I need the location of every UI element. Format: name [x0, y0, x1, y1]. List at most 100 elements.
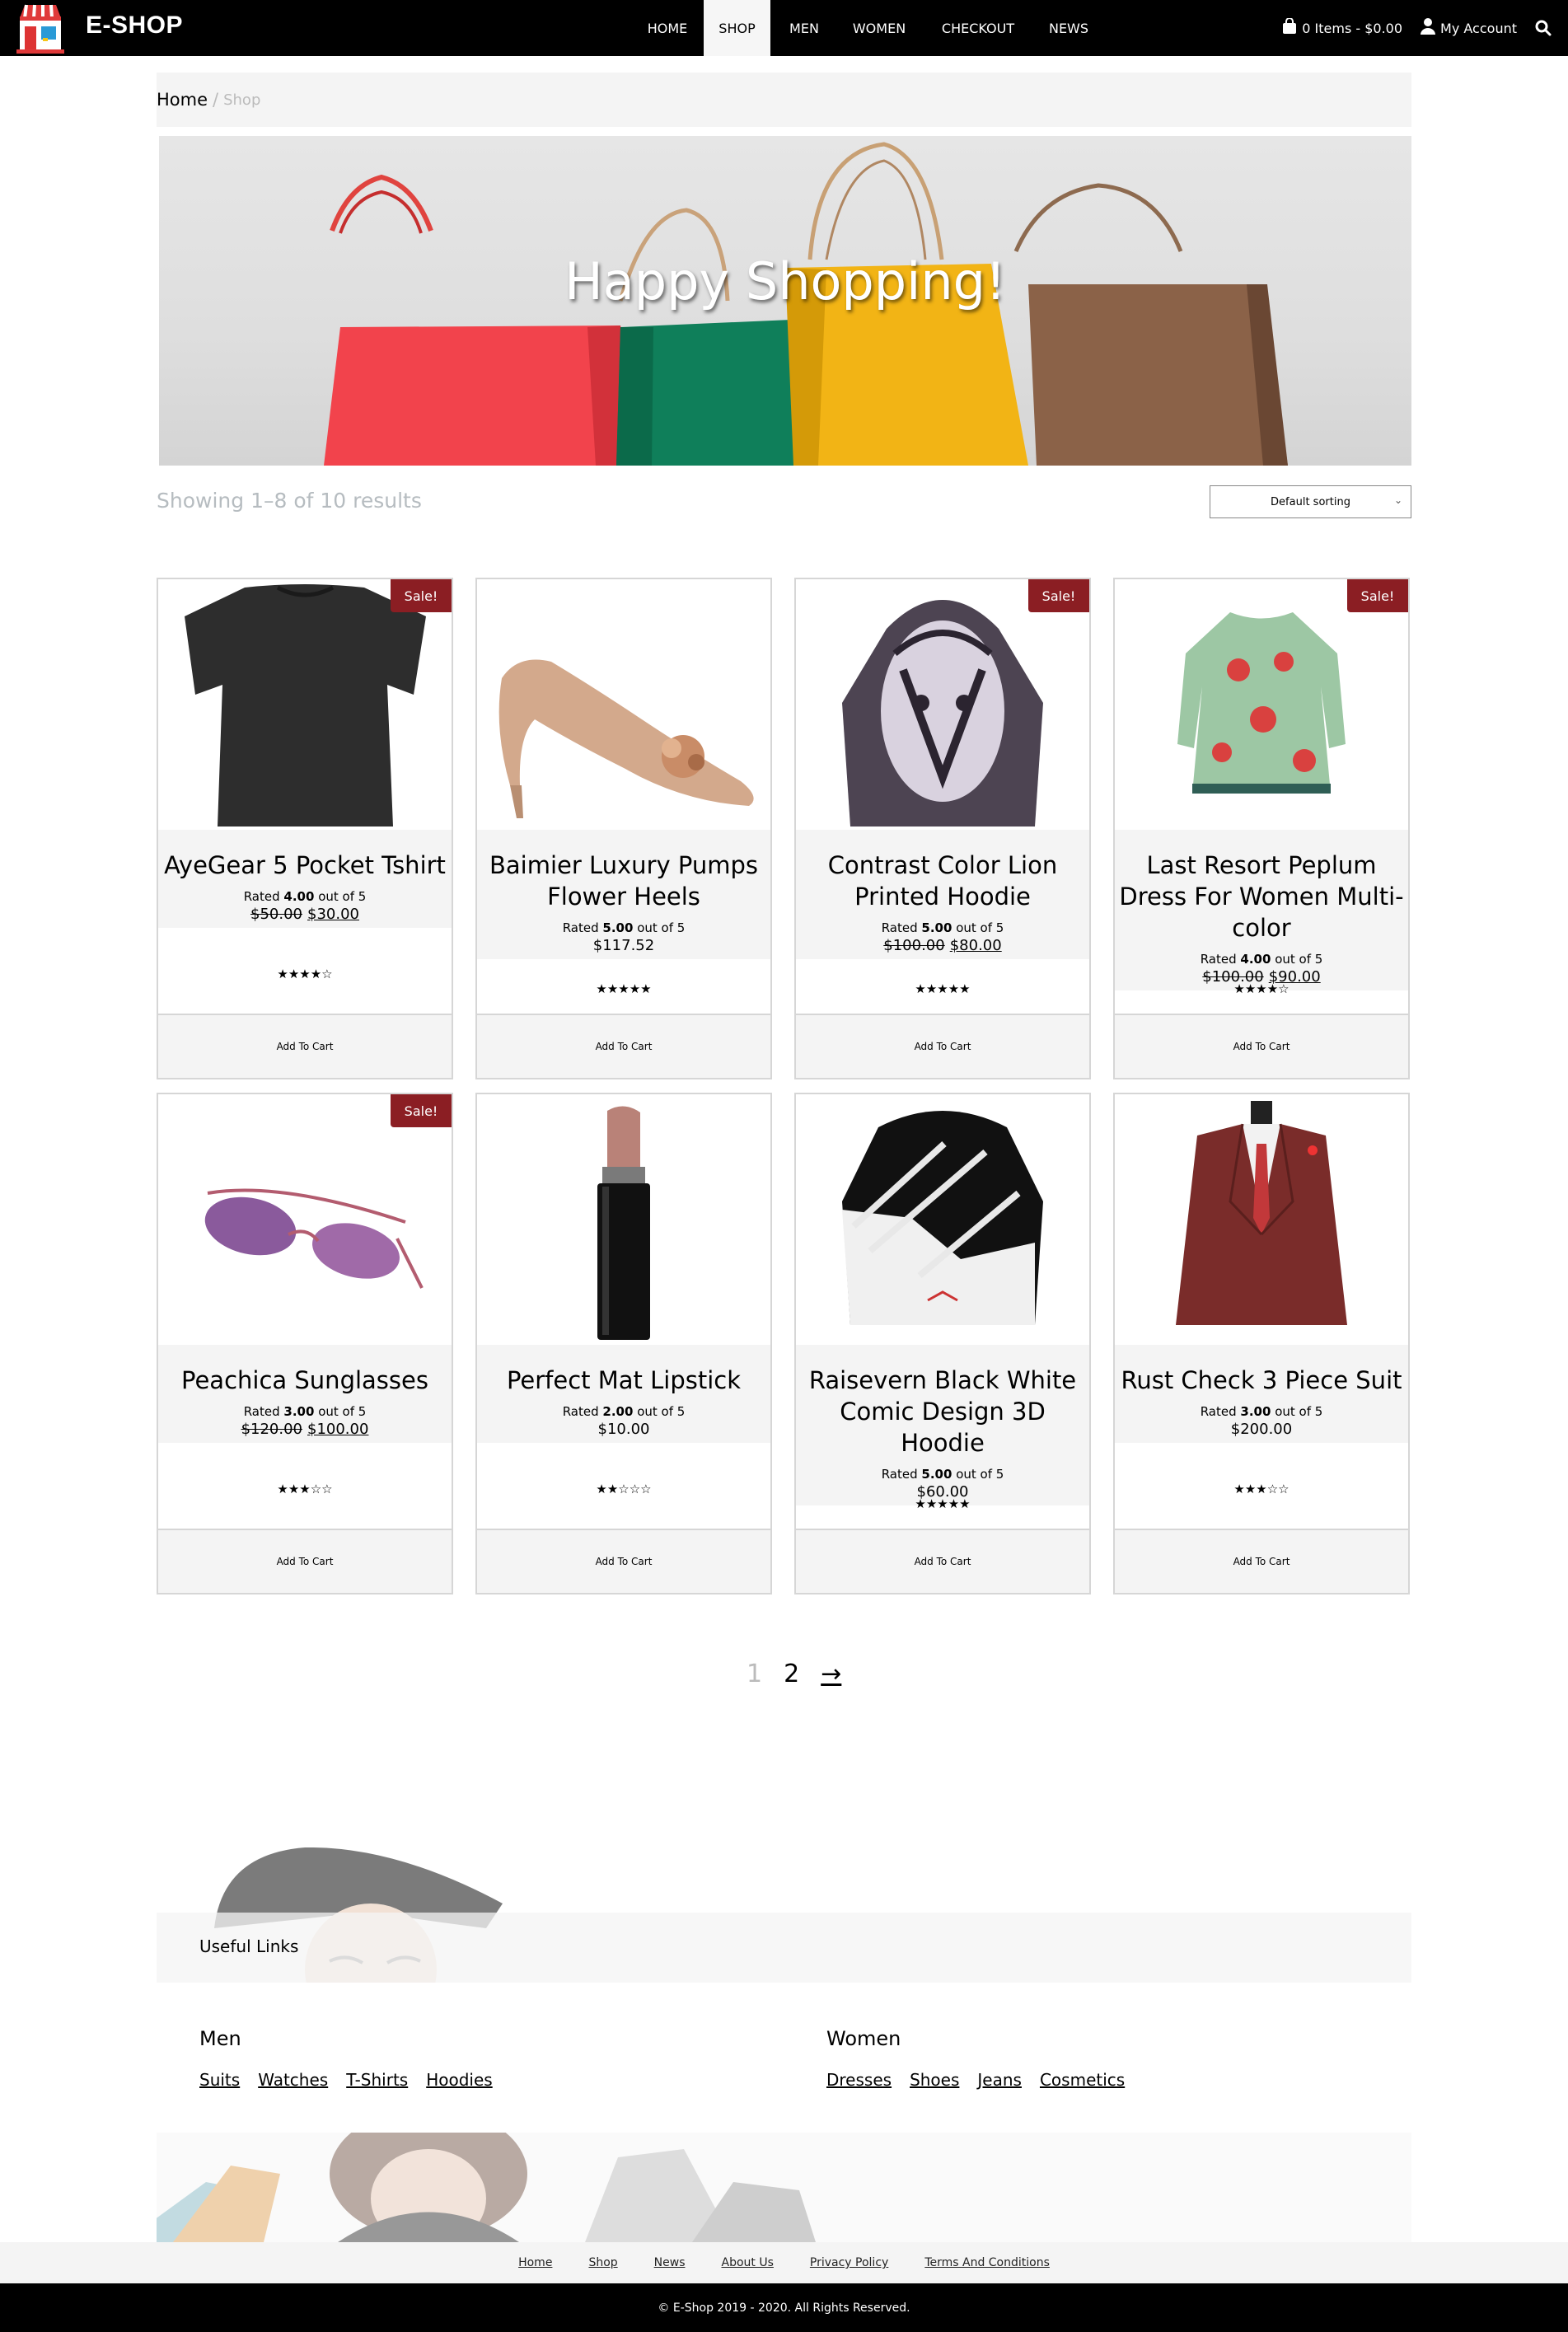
footer-bottom-news[interactable]: News	[654, 2256, 686, 2269]
star-filled-icon: ★	[640, 981, 652, 996]
add-to-cart-button[interactable]: Add To Cart	[477, 1529, 770, 1593]
useful-links-bar	[157, 1913, 1411, 1983]
product-name[interactable]: Peachica Sunglasses	[158, 1365, 452, 1396]
star-filled-icon: ★	[915, 981, 926, 996]
nav-men[interactable]: MEN	[770, 0, 838, 56]
add-to-cart-button[interactable]: Add To Cart	[796, 1529, 1089, 1593]
product-name[interactable]: Raisevern Black White Comic Design 3D Ho…	[796, 1365, 1089, 1459]
product-image-suit[interactable]	[1115, 1094, 1408, 1345]
product-name[interactable]: AyeGear 5 Pocket Tshirt	[158, 850, 452, 881]
nav-news[interactable]: NEWS	[1036, 0, 1102, 56]
star-filled-icon: ★	[925, 981, 938, 996]
page-link-2[interactable]: 2	[784, 1660, 799, 1688]
product-name[interactable]: Baimier Luxury Pumps Flower Heels	[477, 850, 770, 912]
product-name[interactable]: Rust Check 3 Piece Suit	[1115, 1365, 1408, 1396]
star-rating: ★★★★☆	[158, 967, 452, 981]
footer-link-suits[interactable]: Suits	[199, 2070, 240, 2090]
footer-bottom-about[interactable]: About Us	[722, 2256, 774, 2269]
product-rating: Rated 2.00 out of 5	[562, 1404, 686, 1419]
product-card[interactable]: Sale! Peachica Sunglasses Rated 3.00 out…	[157, 1093, 453, 1594]
footer-bottom-shop[interactable]: Shop	[588, 2256, 617, 2269]
product-card[interactable]: Sale! Last Resort Peplum Dress For Women…	[1113, 578, 1410, 1079]
star-filled-icon: ★	[618, 981, 630, 996]
star-filled-icon: ★	[937, 1496, 948, 1511]
page-current: 1	[747, 1660, 763, 1688]
product-name[interactable]: Contrast Color Lion Printed Hoodie	[796, 850, 1089, 912]
product-card[interactable]: Sale! Contrast Color Lion Printed Hoodie…	[794, 578, 1091, 1079]
sorting-select[interactable]: Default sorting ⌄	[1210, 485, 1411, 518]
star-filled-icon: ★	[596, 1482, 607, 1496]
star-empty-icon: ☆	[629, 1482, 641, 1496]
search-icon[interactable]	[1535, 20, 1552, 36]
add-to-cart-button[interactable]: Add To Cart	[477, 1014, 770, 1078]
nav-shop[interactable]: SHOP	[704, 0, 770, 56]
footer-link-cosmetics[interactable]: Cosmetics	[1040, 2070, 1125, 2090]
star-filled-icon: ★	[288, 1482, 300, 1496]
footer-bottom-terms[interactable]: Terms And Conditions	[924, 2256, 1050, 2269]
product-image-sunglasses[interactable]	[158, 1094, 452, 1345]
product-rating: Rated 5.00 out of 5	[562, 920, 686, 935]
footer-men-links: Suits Watches T-Shirts Hoodies	[199, 2070, 493, 2090]
nav-women[interactable]: WOMEN	[838, 0, 920, 56]
product-info: Perfect Mat Lipstick Rated 2.00 out of 5…	[477, 1345, 770, 1443]
star-filled-icon: ★	[606, 981, 619, 996]
product-image-lion-hoodie[interactable]	[796, 579, 1089, 830]
next-page-arrow[interactable]: →	[821, 1660, 841, 1688]
sale-badge: Sale!	[391, 1094, 452, 1127]
product-card[interactable]: Perfect Mat Lipstick Rated 2.00 out of 5…	[475, 1093, 772, 1594]
add-to-cart-button[interactable]: Add To Cart	[158, 1529, 452, 1593]
star-filled-icon: ★	[948, 1496, 960, 1511]
star-filled-icon: ★	[925, 1496, 938, 1511]
product-card[interactable]: Raisevern Black White Comic Design 3D Ho…	[794, 1093, 1091, 1594]
product-image-comic-hoodie[interactable]	[796, 1094, 1089, 1345]
footer-link-shoes[interactable]: Shoes	[910, 2070, 959, 2090]
star-filled-icon: ★	[310, 967, 322, 981]
account-link[interactable]: My Account	[1421, 18, 1517, 38]
star-rating: ★★★★★	[477, 981, 770, 996]
useful-links-title: Useful Links	[199, 1936, 299, 1956]
footer-link-jeans[interactable]: Jeans	[977, 2070, 1022, 2090]
nav-checkout[interactable]: CHECKOUT	[920, 0, 1036, 56]
product-card[interactable]: Rust Check 3 Piece Suit Rated 3.00 out o…	[1113, 1093, 1410, 1594]
store-logo-icon[interactable]	[15, 2, 66, 54]
footer-link-hoodies[interactable]: Hoodies	[426, 2070, 493, 2090]
footer-bottom-home[interactable]: Home	[518, 2256, 552, 2269]
product-price: $117.52	[477, 937, 770, 954]
add-to-cart-button[interactable]: Add To Cart	[1115, 1014, 1408, 1078]
star-empty-icon: ☆	[321, 1482, 333, 1496]
nav-home[interactable]: HOME	[631, 0, 704, 56]
product-card[interactable]: Sale! AyeGear 5 Pocket Tshirt Rated 4.00…	[157, 578, 453, 1079]
product-rating: Rated 5.00 out of 5	[881, 920, 1004, 935]
star-rating: ★★☆☆☆	[477, 1482, 770, 1496]
star-filled-icon: ★	[277, 1482, 288, 1496]
add-to-cart-button[interactable]: Add To Cart	[158, 1014, 452, 1078]
footer-link-watches[interactable]: Watches	[258, 2070, 328, 2090]
sale-badge: Sale!	[1347, 579, 1408, 612]
product-card[interactable]: Baimier Luxury Pumps Flower Heels Rated …	[475, 578, 772, 1079]
star-filled-icon: ★	[937, 981, 948, 996]
star-rating: ★★★★★	[796, 1496, 1089, 1511]
product-image-tshirt[interactable]	[158, 579, 452, 830]
account-label: My Account	[1440, 20, 1517, 36]
product-info: Peachica Sunglasses Rated 3.00 out of 5 …	[158, 1345, 452, 1443]
breadcrumb: Home / Shop	[157, 73, 1411, 127]
footer-link-dresses[interactable]: Dresses	[826, 2070, 892, 2090]
product-name[interactable]: Perfect Mat Lipstick	[477, 1365, 770, 1396]
breadcrumb-home[interactable]: Home	[157, 90, 208, 110]
product-image-heels[interactable]	[477, 579, 770, 830]
brand-name[interactable]: E-SHOP	[86, 12, 183, 40]
cart-summary: 0 Items - $0.00	[1302, 20, 1403, 36]
cart-link[interactable]: 0 Items - $0.00	[1282, 17, 1403, 38]
add-to-cart-button[interactable]: Add To Cart	[1115, 1529, 1408, 1593]
product-image-dress[interactable]	[1115, 579, 1408, 830]
product-image-lipstick[interactable]	[477, 1094, 770, 1345]
footer-link-tshirts[interactable]: T-Shirts	[346, 2070, 408, 2090]
product-name[interactable]: Last Resort Peplum Dress For Women Multi…	[1115, 850, 1408, 944]
footer-bottom-privacy[interactable]: Privacy Policy	[810, 2256, 888, 2269]
product-info: Contrast Color Lion Printed Hoodie Rated…	[796, 830, 1089, 959]
add-to-cart-button[interactable]: Add To Cart	[796, 1014, 1089, 1078]
sale-price: $117.52	[592, 937, 655, 954]
product-info: Raisevern Black White Comic Design 3D Ho…	[796, 1345, 1089, 1505]
product-info: Rust Check 3 Piece Suit Rated 3.00 out o…	[1115, 1345, 1408, 1443]
product-price: $10.00	[477, 1421, 770, 1438]
